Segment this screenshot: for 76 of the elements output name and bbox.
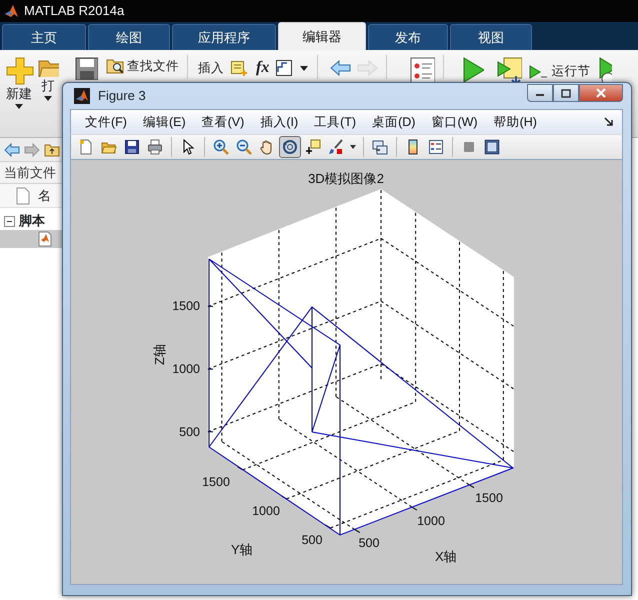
- back-arrow-icon[interactable]: [330, 59, 352, 77]
- ribbon-tab[interactable]: 编辑器: [278, 22, 366, 50]
- z-tick-label: 1000: [172, 363, 200, 376]
- menu-item[interactable]: 查看(V): [194, 112, 252, 132]
- y-tick-label: 500: [302, 534, 322, 546]
- y-tick-label: 1500: [202, 476, 230, 488]
- new-file-icon: [78, 139, 94, 155]
- breakpoints-icon[interactable]: [409, 56, 436, 82]
- data-cursor-icon: [305, 139, 321, 155]
- z-tick-label: 500: [179, 426, 200, 438]
- new-button[interactable]: [4, 55, 34, 85]
- close-icon: [595, 88, 607, 98]
- back-arrow-icon[interactable]: [4, 142, 20, 156]
- caret-icon[interactable]: [299, 63, 310, 73]
- tool-label[interactable]: 打: [42, 78, 54, 94]
- dock-arrow-icon[interactable]: [604, 117, 614, 127]
- group-label: 脚本: [19, 212, 45, 230]
- x-tick-label: 500: [358, 537, 380, 550]
- save-icon: [124, 139, 140, 155]
- maximize-button[interactable]: [553, 84, 579, 102]
- linked-windows-icon: [372, 139, 388, 155]
- function-box-icon[interactable]: [275, 59, 294, 77]
- matlab-logo-icon: [74, 88, 90, 104]
- ribbon-tab[interactable]: 应用程序: [172, 24, 276, 50]
- file-icon: [16, 186, 30, 204]
- legend-icon: [428, 139, 444, 155]
- column-header[interactable]: 名: [38, 186, 51, 206]
- menu-item[interactable]: 文件(F): [77, 112, 135, 132]
- matlab-logo-icon: [4, 3, 20, 19]
- run-time-icon[interactable]: [598, 56, 612, 82]
- square-icon: [461, 139, 477, 155]
- y-tick-label: 1000: [252, 505, 280, 518]
- rotate-icon: [282, 139, 298, 155]
- run-section-button[interactable]: 运行节: [526, 61, 592, 81]
- z-axis-label: Z轴: [152, 344, 166, 365]
- zoom-out-icon: [236, 139, 252, 155]
- menu-item[interactable]: 工具(T): [306, 112, 364, 132]
- script-file-icon: [38, 231, 52, 247]
- menu-item[interactable]: 桌面(D): [364, 112, 424, 132]
- window-icon: [484, 139, 500, 155]
- z-tick-label: 1500: [172, 300, 200, 312]
- folder-up-icon[interactable]: [44, 142, 60, 156]
- window-title: MATLAB R2014a: [24, 2, 124, 20]
- caret-icon[interactable]: [14, 102, 24, 110]
- find-files-button[interactable]: 查找文件: [104, 55, 181, 77]
- minimize-button[interactable]: [527, 84, 553, 102]
- caret-icon[interactable]: [43, 94, 53, 102]
- ribbon-tab[interactable]: 发布: [368, 24, 448, 50]
- x-tick-label: 1000: [417, 515, 445, 528]
- ribbon-tab[interactable]: 绘图: [88, 24, 170, 50]
- save-icon[interactable]: [74, 56, 98, 80]
- plot-title: 3D模拟图像2: [308, 172, 384, 185]
- ribbon-tab[interactable]: 主页: [2, 24, 86, 50]
- window-title: Figure 3: [98, 87, 146, 106]
- folder-search-icon: [106, 57, 124, 75]
- panel-title: 当前文件: [4, 164, 56, 182]
- maximize-icon: [561, 88, 571, 98]
- brush-icon: [328, 139, 344, 155]
- run-advance-icon[interactable]: [496, 56, 522, 82]
- rotate-button[interactable]: [279, 136, 301, 158]
- note-icon[interactable]: [230, 59, 248, 77]
- x-tick-label: 1500: [475, 492, 503, 504]
- tool-label[interactable]: 新建: [6, 86, 32, 102]
- fx-button[interactable]: fx: [256, 58, 270, 78]
- menu-item[interactable]: 编辑(E): [134, 112, 194, 132]
- menu-item[interactable]: 插入(I): [252, 112, 306, 132]
- printer-icon: [147, 139, 163, 155]
- insert-button[interactable]: 插入: [196, 57, 226, 79]
- ribbon-tab[interactable]: 视图: [450, 24, 532, 50]
- menu-item[interactable]: 窗口(W): [423, 112, 486, 132]
- y-axis-label: Y轴: [231, 543, 253, 556]
- zoom-in-icon: [213, 139, 229, 155]
- collapse-icon[interactable]: [4, 216, 15, 226]
- x-axis-label: X轴: [435, 550, 457, 563]
- menu-item[interactable]: 帮助(H): [486, 112, 545, 132]
- close-button[interactable]: [579, 84, 623, 102]
